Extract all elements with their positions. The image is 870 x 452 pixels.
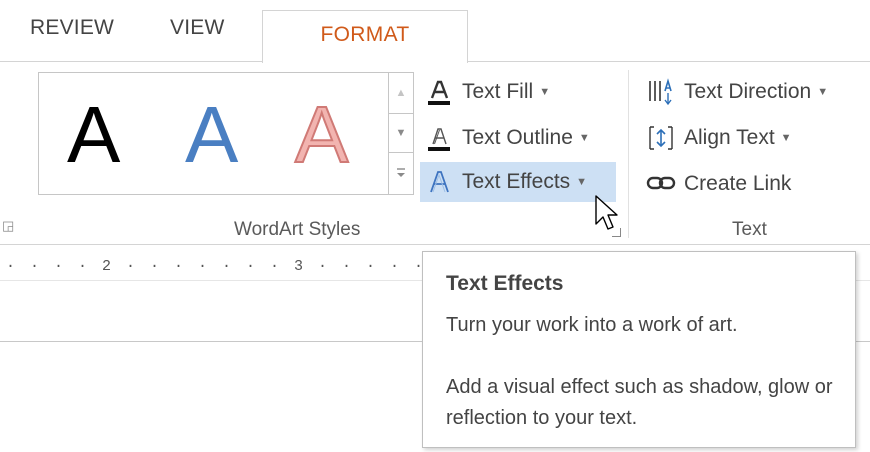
text-direction-icon [644,77,678,107]
chevron-down-icon: ▼ [539,86,551,98]
chevron-down-icon: ▼ [578,132,590,144]
align-text-button[interactable]: Align Text ▼ [644,118,792,158]
wordart-style-pink-outline[interactable]: A [294,94,349,176]
align-text-label: Align Text [684,126,775,149]
align-text-icon [644,123,678,153]
chevron-down-icon: ▼ [576,176,588,188]
text-effects-tooltip: Text Effects Turn your work into a work … [422,251,856,448]
gallery-more-icon[interactable] [389,153,413,193]
wordart-styles-gallery: A A A ▲ ▼ [38,72,414,195]
mouse-pointer-icon [595,195,618,230]
text-effects-icon [422,167,456,197]
dialog-launcher-icon[interactable]: ◲ [2,218,14,234]
gallery-scroll-up-icon[interactable]: ▲ [389,73,413,113]
text-outline-icon [422,123,456,153]
chevron-down-icon: ▼ [780,132,792,144]
group-label-wordart-styles: WordArt Styles [234,219,361,240]
tab-format[interactable]: FORMAT [262,10,468,63]
tab-review[interactable]: REVIEW [30,16,114,40]
ribbon: ◲ A A A ▲ ▼ Text Fill ▼ Text Outline ▼ T… [0,61,870,245]
tooltip-title: Text Effects [446,272,564,295]
create-link-label: Create Link [684,172,792,195]
text-effects-label: Text Effects [462,170,571,193]
text-fill-icon [422,77,456,107]
tooltip-tagline: Turn your work into a work of art. [446,314,738,336]
ribbon-tabs: REVIEW VIEW FORMAT [0,0,870,63]
tooltip-description: Add a visual effect such as shadow, glow… [446,376,833,429]
tab-view[interactable]: VIEW [170,16,224,40]
chevron-down-icon: ▼ [817,86,829,98]
text-effects-button[interactable]: Text Effects ▼ [420,162,616,202]
link-icon [644,169,678,199]
text-direction-button[interactable]: Text Direction ▼ [644,72,828,112]
group-divider [628,70,629,238]
text-fill-button[interactable]: Text Fill ▼ [422,72,550,112]
text-outline-label: Text Outline [462,126,573,149]
text-direction-label: Text Direction [684,80,812,103]
tab-format-label: FORMAT [320,23,410,46]
gallery-scrollbar: ▲ ▼ [388,73,413,194]
text-fill-label: Text Fill [462,80,534,103]
ruler-marks: · · · · 2 · · · · · · · 3 · · · · · [6,258,427,275]
text-outline-button[interactable]: Text Outline ▼ [422,118,590,158]
wordart-style-black[interactable]: A [67,95,120,175]
create-link-button[interactable]: Create Link [644,164,791,204]
wordart-style-blue[interactable]: A [185,95,238,175]
gallery-scroll-down-icon[interactable]: ▼ [389,113,413,153]
group-label-text: Text [732,219,767,240]
